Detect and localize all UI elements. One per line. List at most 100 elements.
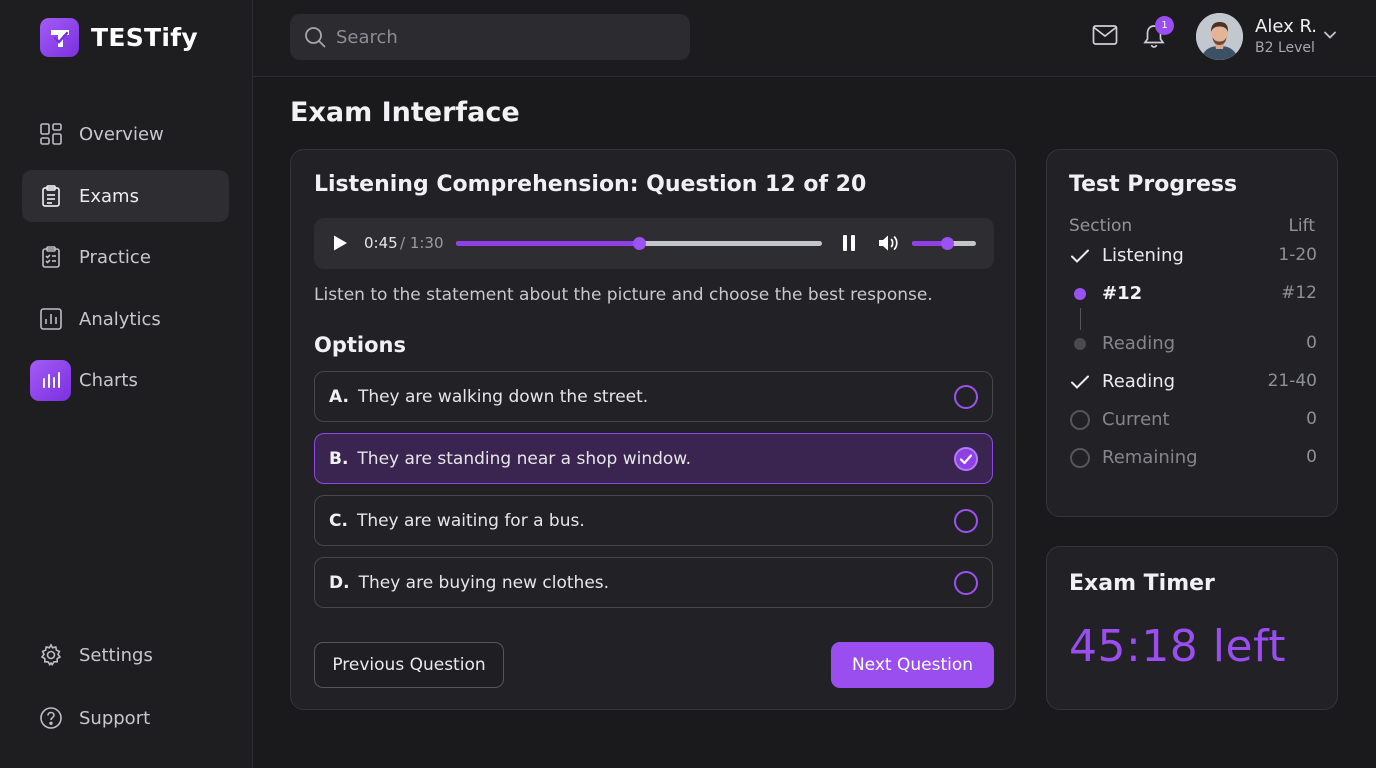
page-title: Exam Interface — [290, 97, 520, 128]
radio-checked-icon[interactable] — [954, 447, 978, 471]
progress-row-value: 0 — [1306, 333, 1317, 353]
progress-row[interactable]: Current 0 — [1069, 409, 1317, 435]
option-text: They are walking down the street. — [357, 386, 649, 407]
progress-row[interactable]: Reading 0 — [1069, 333, 1317, 359]
option-text: They are buying new clothes. — [358, 572, 610, 593]
volume-slider[interactable] — [912, 237, 976, 250]
check-icon — [1069, 245, 1091, 267]
question-card: Listening Comprehension: Question 12 of … — [290, 149, 1016, 710]
audio-progress-fill — [456, 241, 639, 246]
exam-timer-card: Exam Timer 45:18 left — [1046, 546, 1338, 710]
sidebar-item-practice[interactable]: Practice — [22, 231, 229, 283]
option-letter: B. — [329, 448, 349, 469]
search-icon — [304, 26, 326, 48]
logo-icon — [40, 18, 79, 57]
progress-row-label: Listening — [1102, 245, 1184, 266]
option-letter: A. — [329, 386, 349, 407]
options-heading: Options — [314, 333, 406, 357]
current-dot-icon — [1069, 283, 1091, 305]
sidebar-item-support[interactable]: Support — [22, 692, 229, 744]
user-name: Alex R. — [1255, 16, 1318, 37]
empty-circle-icon — [1069, 447, 1091, 469]
progress-col-right: Lift — [1288, 216, 1315, 236]
option-a[interactable]: A. They are walking down the street. — [314, 371, 993, 422]
sidebar-item-label: Settings — [79, 644, 153, 666]
app-name: TESTify — [91, 23, 199, 52]
progress-row[interactable]: Reading 21-40 — [1069, 371, 1317, 397]
option-text: They are standing near a shop window. — [357, 448, 692, 469]
option-d[interactable]: D. They are buying new clothes. — [314, 557, 993, 608]
top-bar: 1 Alex R. B2 Level — [253, 0, 1376, 77]
progress-row-label: #12 — [1102, 283, 1143, 304]
gear-icon — [38, 642, 64, 668]
question-title: Listening Comprehension: Question 12 of … — [314, 172, 867, 197]
sidebar-item-settings[interactable]: Settings — [22, 629, 229, 681]
progress-row-current[interactable]: #12 #12 — [1069, 283, 1317, 309]
progress-row-label: Remaining — [1102, 447, 1198, 468]
test-progress-card: Test Progress Section Lift Listening 1-2… — [1046, 149, 1338, 517]
sidebar-item-label: Exams — [79, 185, 139, 207]
sidebar-item-label: Practice — [79, 246, 151, 268]
empty-circle-icon — [1069, 409, 1091, 431]
grid-icon — [38, 121, 64, 147]
progress-row[interactable]: Remaining 0 — [1069, 447, 1317, 473]
sidebar-item-analytics[interactable]: Analytics — [22, 293, 229, 345]
pause-icon[interactable] — [841, 234, 857, 252]
radio-icon[interactable] — [954, 571, 978, 595]
progress-row-value: 0 — [1306, 447, 1317, 467]
sidebar-item-label: Charts — [79, 369, 138, 391]
volume-icon[interactable] — [877, 233, 901, 253]
charts-icon — [30, 359, 71, 401]
progress-row[interactable]: Listening 1-20 — [1069, 245, 1317, 271]
audio-total-time: / 1:30 — [400, 234, 444, 252]
sidebar-item-label: Analytics — [79, 308, 161, 330]
progress-row-label: Current — [1102, 409, 1170, 430]
play-icon[interactable] — [331, 234, 349, 252]
app-logo[interactable]: TESTify — [40, 18, 198, 57]
progress-col-section: Section — [1069, 216, 1133, 236]
avatar[interactable] — [1196, 13, 1243, 60]
option-b[interactable]: B. They are standing near a shop window. — [314, 433, 993, 484]
bar-chart-icon — [38, 306, 64, 332]
progress-row-value: 1-20 — [1278, 245, 1317, 265]
sidebar-item-label: Overview — [79, 123, 164, 145]
search-input[interactable] — [336, 26, 666, 48]
progress-row-value: #12 — [1281, 283, 1317, 303]
next-question-button[interactable]: Next Question — [831, 642, 994, 688]
audio-current-time: 0:45 — [364, 234, 398, 252]
mail-icon[interactable] — [1092, 24, 1118, 46]
option-c[interactable]: C. They are waiting for a bus. — [314, 495, 993, 546]
option-text: They are waiting for a bus. — [356, 510, 585, 531]
progress-title: Test Progress — [1069, 172, 1238, 197]
sidebar-item-overview[interactable]: Overview — [22, 108, 229, 160]
progress-row-label: Reading — [1102, 371, 1176, 392]
progress-row-label: Reading — [1102, 333, 1176, 354]
clipboard-icon — [38, 183, 64, 209]
pending-dot-icon — [1069, 333, 1091, 355]
audio-player: 0:45 / 1:30 — [314, 218, 994, 269]
previous-question-button[interactable]: Previous Question — [314, 642, 504, 688]
sidebar-item-exams[interactable]: Exams — [22, 170, 229, 222]
option-letter: C. — [329, 510, 348, 531]
question-instruction: Listen to the statement about the pictur… — [314, 285, 933, 305]
radio-icon[interactable] — [954, 509, 978, 533]
progress-row-value: 21-40 — [1267, 371, 1317, 391]
progress-row-value: 0 — [1306, 409, 1317, 429]
checklist-icon — [38, 244, 64, 270]
progress-connector — [1080, 308, 1081, 330]
sidebar-item-label: Support — [79, 707, 151, 729]
chevron-down-icon[interactable] — [1323, 30, 1337, 40]
radio-icon[interactable] — [954, 385, 978, 409]
check-icon — [1069, 371, 1091, 393]
audio-progress-bar[interactable] — [456, 237, 822, 250]
notification-badge: 1 — [1155, 16, 1174, 35]
timer-value: 45:18 left — [1069, 621, 1287, 672]
audio-progress-handle[interactable] — [633, 237, 646, 250]
sidebar: TESTify Overview Exams Practice Analytic… — [0, 0, 253, 768]
timer-title: Exam Timer — [1069, 571, 1215, 596]
option-letter: D. — [329, 572, 350, 593]
user-level: B2 Level — [1255, 40, 1315, 56]
volume-handle[interactable] — [941, 237, 955, 250]
search-box[interactable] — [290, 14, 690, 60]
sidebar-item-charts[interactable]: Charts — [22, 354, 229, 406]
